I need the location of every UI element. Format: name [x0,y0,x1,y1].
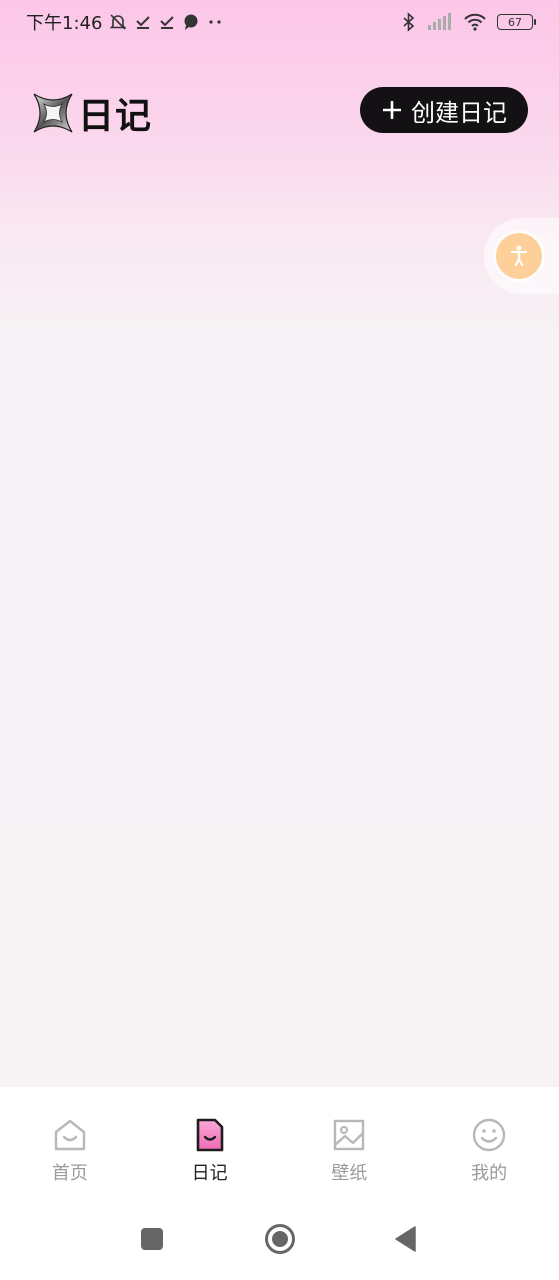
tab-mine[interactable]: 我的 [419,1087,559,1197]
tab-wallpaper[interactable]: 壁纸 [280,1087,420,1197]
status-bar-right: 67 [401,12,536,32]
battery-icon: 67 [497,14,536,30]
sparkle-logo-icon [33,93,73,133]
circle-home-icon [265,1224,295,1254]
tab-diary-label: 日记 [191,1163,228,1184]
floating-accessibility-panel [484,218,559,294]
signal-icon [427,13,453,31]
home-system-button[interactable] [264,1223,296,1255]
tab-diary[interactable]: 日记 [140,1087,280,1197]
recent-apps-button[interactable] [138,1225,166,1253]
status-time: 下午1:46 [26,13,103,34]
tab-home[interactable]: 首页 [0,1087,140,1197]
status-bar: 下午1:46 67 [0,0,559,44]
tab-wallpaper-label: 壁纸 [331,1163,368,1184]
bluetooth-icon [401,12,417,32]
plus-icon [383,101,401,119]
diary-document-icon [196,1118,223,1152]
system-nav-bar [0,1197,559,1280]
wifi-icon [463,12,487,32]
accessibility-button[interactable] [496,233,542,279]
status-bar-left: 下午1:46 [26,9,224,35]
back-triangle-icon [395,1226,416,1252]
mute-bell-icon [108,12,128,32]
bottom-tab-bar: 首页 日记 壁纸 我的 [0,1087,559,1197]
back-system-button[interactable] [392,1225,420,1253]
more-dots-icon [206,13,224,31]
square-icon [141,1228,163,1250]
check-icon [134,13,152,31]
app-logo: 日记 [32,90,153,137]
check-icon [158,13,176,31]
battery-level: 67 [508,15,522,29]
message-bubble-icon [182,13,200,31]
tab-home-label: 首页 [51,1163,88,1184]
create-diary-label: 创建日记 [411,98,507,127]
accessibility-person-icon [510,245,528,267]
image-icon [334,1119,365,1151]
page-title: 日记 [78,96,153,137]
home-smile-icon [54,1119,86,1151]
smiley-face-icon [472,1118,506,1152]
tab-mine-label: 我的 [471,1163,508,1184]
create-diary-button[interactable]: 创建日记 [360,87,528,133]
